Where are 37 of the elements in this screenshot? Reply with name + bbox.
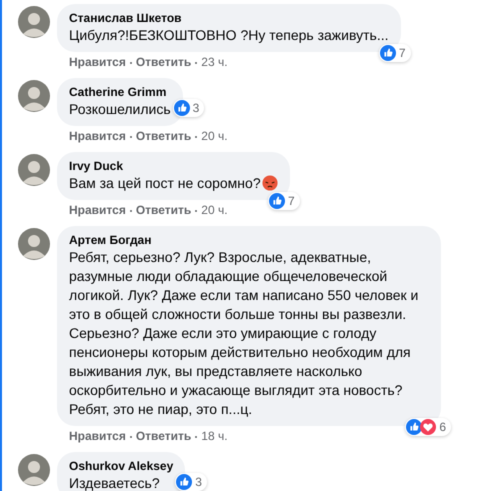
author-name[interactable]: Oshurkov Aleksey: [69, 458, 174, 474]
reaction-badge[interactable]: 6: [405, 418, 451, 436]
author-name[interactable]: Irvy Duck: [69, 158, 278, 174]
timestamp: 20 ч.: [201, 129, 228, 144]
timestamp: 23 ч.: [201, 55, 228, 70]
avatar[interactable]: [18, 154, 50, 186]
reaction-count: 7: [288, 194, 296, 208]
like-link[interactable]: Нравится: [69, 55, 126, 70]
reaction-badge[interactable]: 3: [175, 473, 207, 491]
reply-link[interactable]: Ответить: [136, 55, 192, 70]
author-name[interactable]: Catherine Grimm: [69, 84, 171, 100]
reaction-count: 7: [398, 46, 406, 60]
like-link[interactable]: Нравится: [69, 429, 126, 444]
avatar[interactable]: [18, 6, 50, 38]
comment-text: Розкошелились: [69, 100, 171, 119]
reply-link[interactable]: Ответить: [136, 129, 192, 144]
reaction-count: 3: [195, 475, 203, 489]
avatar[interactable]: [18, 454, 50, 486]
timestamp: 18 ч.: [201, 429, 228, 444]
comment-text: Издеваетесь?: [69, 474, 161, 491]
author-name[interactable]: Станислав Шкетов: [69, 10, 388, 26]
comment-text: Цибуля?!БЕЗКОШТОВНО ?Ну теперь заживуть...: [69, 26, 388, 45]
reaction-badge[interactable]: 3: [172, 99, 204, 117]
reaction-count: 6: [439, 420, 447, 434]
like-link[interactable]: Нравится: [69, 203, 126, 218]
reply-link[interactable]: Ответить: [136, 429, 192, 444]
comment-text: Ребят, серьезно? Лук? Взрослые, адекватные, разумные люди обладающие общечеловеческой логикой. Лук? Даже если там написано 550 человек и это в общей сложности больше тонны вы развезли. Серьезно? Даже если это умирающие с голоду пенсионеры которым действительно необходим для выживания лук, вы представляете насколько оскорбительно и ужасающе выглядит эта новость? Ребят, это не пиар, это п...ц.: [69, 248, 420, 419]
like-link[interactable]: Нравится: [69, 129, 126, 144]
avatar[interactable]: [18, 228, 50, 260]
reply-link[interactable]: Ответить: [136, 203, 192, 218]
avatar[interactable]: [18, 80, 50, 112]
reaction-badge[interactable]: 7: [268, 192, 300, 210]
timestamp: 20 ч.: [201, 203, 228, 218]
comment-text: Вам за цей пост не соромно?: [69, 174, 278, 193]
reaction-count: 3: [192, 101, 200, 115]
author-name[interactable]: Артем Богдан: [69, 232, 429, 248]
reaction-badge[interactable]: 7: [378, 44, 410, 62]
